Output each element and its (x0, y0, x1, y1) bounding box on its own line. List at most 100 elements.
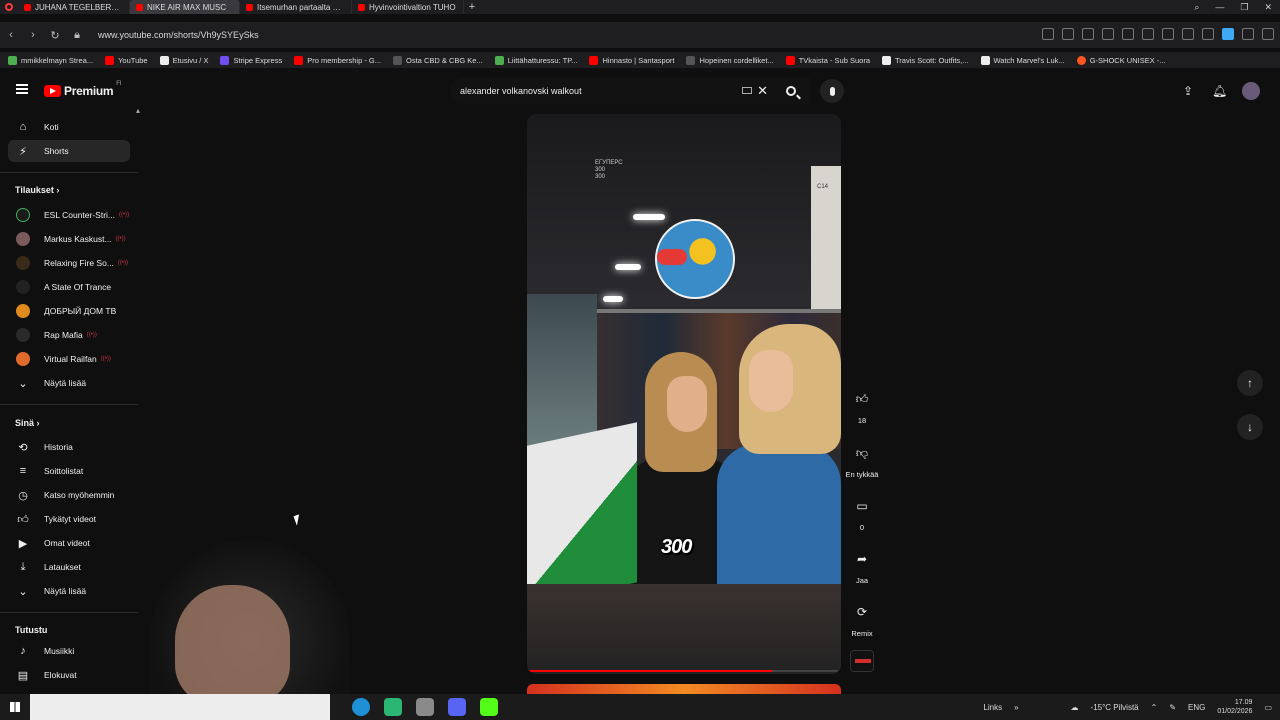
sidebar-item-playlists[interactable]: ≡ Soittolistat (8, 460, 130, 482)
subscriptions-heading[interactable]: Tilaukset › (15, 185, 59, 195)
links-toolbar[interactable]: Links (983, 703, 1002, 712)
share-action[interactable]: ➦ Jaa (842, 546, 882, 585)
dislike-action[interactable]: 👎︎ En tykkää (842, 440, 882, 480)
clear-search-icon[interactable]: ✕ (757, 83, 768, 99)
weather-text[interactable]: -15°C Pilvistä (1091, 703, 1139, 712)
spreadsheet-app-icon[interactable] (384, 698, 402, 716)
shield-icon[interactable] (1102, 28, 1114, 40)
tab-search-icon[interactable]: ⌕ (1194, 2, 1199, 13)
zoom-icon[interactable] (1042, 28, 1054, 40)
restore-icon[interactable]: ❐ (1240, 2, 1248, 13)
subscription-item[interactable]: Rap Mafia ((•)) (8, 324, 130, 346)
sidebar-item-downloads[interactable]: ⤓ Lataukset (8, 556, 130, 578)
download-icon[interactable] (1182, 28, 1194, 40)
bookmark[interactable]: Stripe Express (220, 55, 282, 65)
new-tab-button[interactable]: + (464, 1, 480, 13)
taskbar-search-box[interactable] (30, 694, 330, 720)
bookmark[interactable]: G-SHOCK UNISEX -... (1076, 55, 1166, 65)
pen-icon[interactable]: ✎ (1169, 703, 1176, 712)
bookmark[interactable]: Hopeinen cordelliket... (686, 55, 774, 65)
bookmark[interactable]: Pro membership - G... (294, 55, 381, 65)
bookmark[interactable]: Osta CBD & CBG Ke... (393, 55, 483, 65)
notifications-icon[interactable]: ▭ (1264, 703, 1272, 712)
close-window-icon[interactable]: ✕ (1264, 2, 1272, 13)
vpn-icon[interactable] (1222, 28, 1234, 40)
show-more-subscriptions[interactable]: ⌄ Näytä lisää (8, 372, 130, 394)
bookmark[interactable]: Hinnasto | Santasport (589, 55, 674, 65)
you-heading[interactable]: Sinä › (15, 418, 40, 428)
heart-icon[interactable] (1162, 28, 1174, 40)
like-action[interactable]: 👍︎ 18 (842, 386, 882, 426)
browser-tab[interactable]: Hyvinvointivaltion TUHO (352, 0, 464, 14)
remix-icon[interactable]: ⟳ (849, 599, 875, 625)
tray-overflow-icon[interactable]: ⌃ (1151, 703, 1158, 712)
camera-icon[interactable] (1082, 28, 1094, 40)
bookmark[interactable]: YouTube (105, 55, 148, 65)
edit-icon[interactable] (1062, 28, 1074, 40)
comments-action[interactable]: ▭ 0 (842, 493, 882, 532)
subscription-item[interactable]: Virtual Railfan ((•)) (8, 348, 130, 370)
avatar[interactable] (1242, 82, 1260, 100)
next-short-button[interactable]: ↓ (1237, 414, 1263, 440)
wallet-icon[interactable] (1202, 28, 1214, 40)
subscription-item[interactable]: Markus Kaskust... ((•)) (8, 228, 130, 250)
reload-icon[interactable]: ↻ (44, 29, 66, 42)
opera-logo-icon[interactable] (0, 0, 18, 14)
sidebar-item-liked-videos[interactable]: 👍︎ Tykätyt videot (8, 508, 130, 530)
bookmark[interactable]: Watch Marvel's Luk... (980, 55, 1065, 65)
voice-search-button[interactable] (820, 79, 844, 103)
edge-icon[interactable] (352, 698, 370, 716)
subscription-item[interactable]: Relaxing Fire So... ((•)) (8, 252, 130, 274)
subscription-item[interactable]: ESL Counter-Stri... ((•)) (8, 204, 130, 226)
bookmark[interactable]: TVkaista - Sub Suora (785, 55, 870, 65)
show-more-you[interactable]: ⌄ Näytä lisää (8, 580, 130, 602)
chevron-icon[interactable]: » (1014, 703, 1018, 712)
sidebar-item-shorts[interactable]: ⚡︎ Shorts (8, 140, 130, 162)
sidebar-item-history[interactable]: ⟲ Historia (8, 436, 130, 458)
youtube-premium-logo[interactable]: Premium FI (44, 81, 122, 98)
bookmark[interactable]: mmikkelmayn Strea... (8, 55, 93, 65)
subscription-item[interactable]: ДОБРЫЙ ДОМ ТВ (8, 300, 130, 322)
comment-icon[interactable]: ▭ (849, 493, 875, 519)
lock-icon[interactable]: 🔒︎ (66, 29, 88, 42)
upload-icon[interactable]: ⇪ (1182, 84, 1194, 98)
forward-icon[interactable]: › (22, 29, 44, 41)
clock[interactable]: 17.09 01/02/2026 (1217, 698, 1252, 716)
bookmark[interactable]: Liittähatturessu: TP... (494, 55, 577, 65)
language-indicator[interactable]: ENG (1188, 703, 1205, 712)
sidebar-item-movies[interactable]: ▤ Elokuvat (8, 664, 130, 686)
menu-icon[interactable] (16, 84, 28, 94)
browser-tab[interactable]: JUHANA TEGELBERG AAS (18, 0, 130, 14)
sidebar-item-your-videos[interactable]: ▶ Omat videot (8, 532, 130, 554)
subscription-item[interactable]: A State Of Trance (8, 276, 130, 298)
remix-action[interactable]: ⟳ Remix (842, 599, 882, 638)
share-icon[interactable]: ➦ (849, 546, 875, 572)
notifications-bell-icon[interactable]: 🔔︎ (1212, 84, 1227, 98)
play-icon[interactable] (1142, 28, 1154, 40)
weather-icon[interactable]: ☁ (1071, 703, 1079, 712)
cube-icon[interactable] (1242, 28, 1254, 40)
shorts-video-player[interactable]: ЕГУПЕРС 300 300 C14 300 (527, 114, 841, 674)
app-icon[interactable] (416, 698, 434, 716)
bookmark[interactable]: Travis Scott: Outfits,... (882, 55, 969, 65)
kick-app-icon[interactable] (480, 698, 498, 716)
dislike-icon[interactable]: 👎︎ (849, 440, 875, 466)
url-field[interactable]: www.youtube.com/shorts/Vh9ySYEySks (98, 30, 259, 40)
search-button[interactable] (778, 78, 804, 104)
sidebar-item-watch-later[interactable]: ◷ Katso myöhemmin (8, 484, 130, 506)
browser-tab[interactable]: Itsemurhan partaalta Egyp (240, 0, 352, 14)
sidebar-scroll-up-icon[interactable]: ▴ (136, 106, 140, 115)
sidebar-item-home[interactable]: ⌂ Koti (8, 116, 130, 138)
ai-icon[interactable] (1262, 28, 1274, 40)
keyboard-icon[interactable] (742, 87, 752, 94)
next-short-preview[interactable] (527, 684, 841, 694)
bookmark[interactable]: Etusivu / X (159, 55, 208, 65)
browser-tab-active[interactable]: NIKE AIR MAX MUSC (130, 0, 240, 14)
sidebar-item-music[interactable]: ♪ Musiikki (8, 640, 130, 662)
like-icon[interactable]: 👍︎ (849, 386, 875, 412)
previous-short-button[interactable]: ↑ (1237, 370, 1263, 396)
discord-icon[interactable] (448, 698, 466, 716)
extension-icon[interactable] (1122, 28, 1134, 40)
start-button[interactable] (0, 694, 30, 720)
search-input[interactable]: alexander volkanovski walkout ✕ (450, 78, 810, 104)
